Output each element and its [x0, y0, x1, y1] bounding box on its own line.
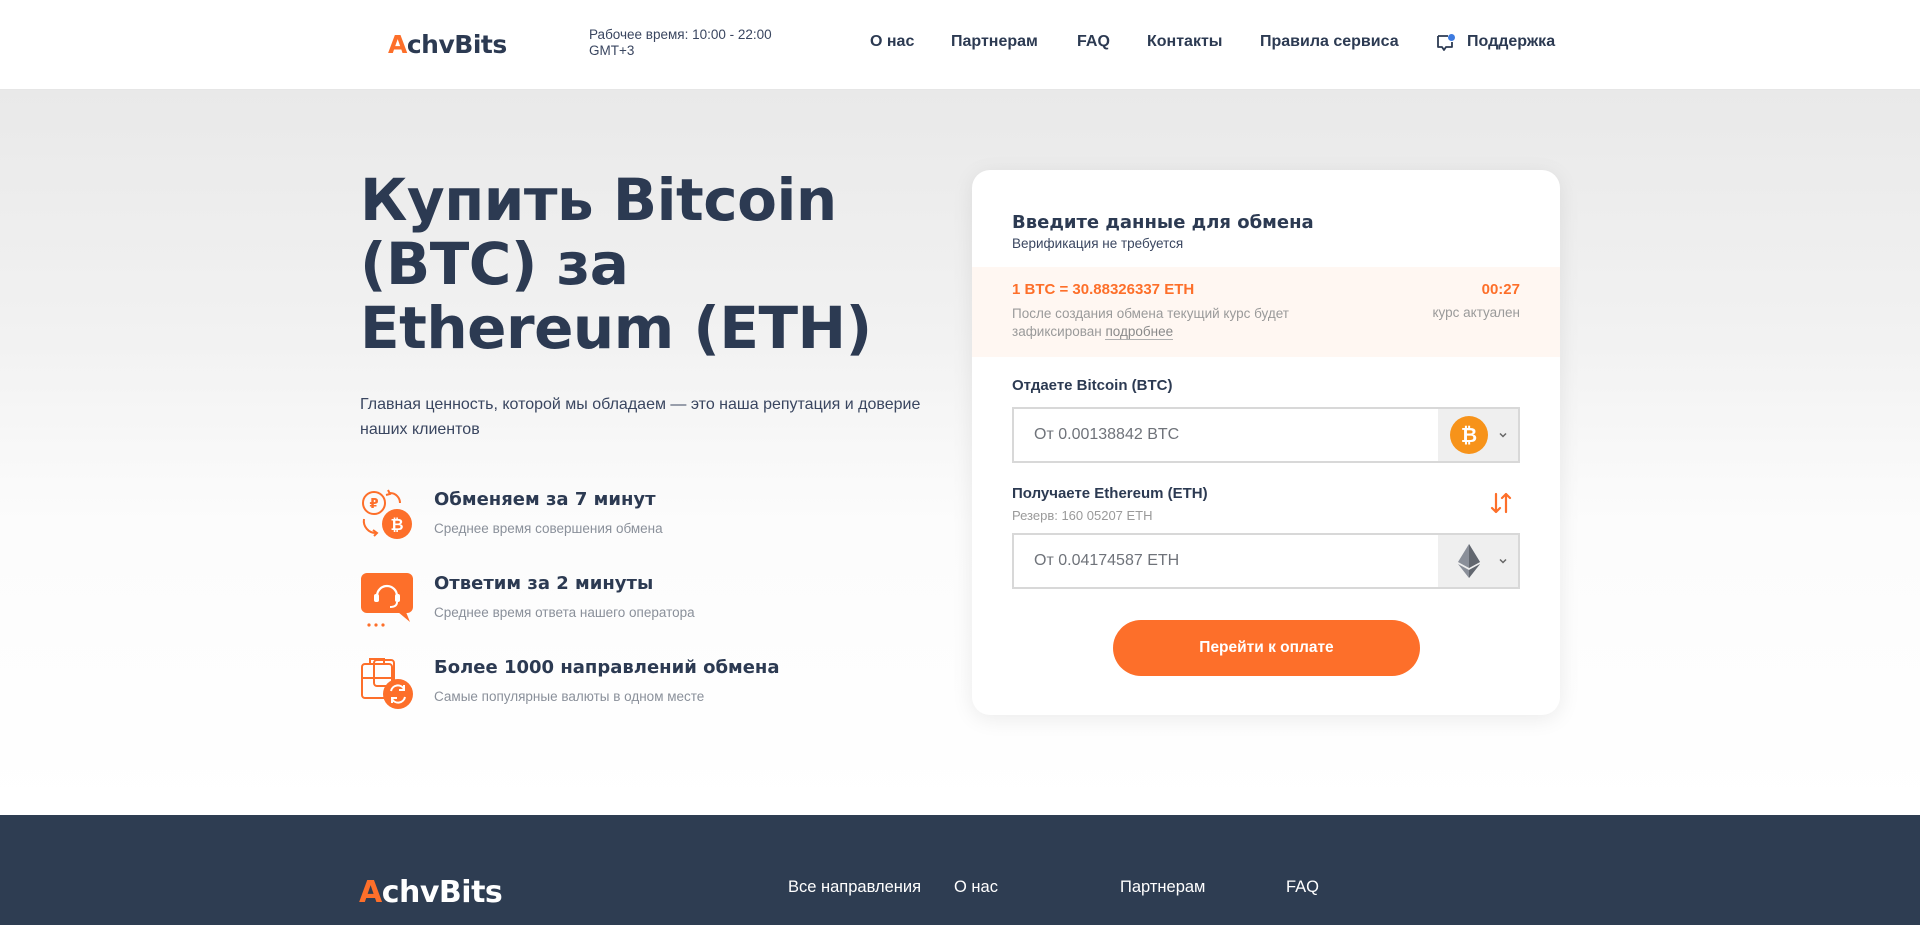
support-chat-icon[interactable]: [1436, 33, 1456, 53]
rate-timer-note: курс актуален: [1432, 305, 1520, 320]
logo-text: chvBits: [381, 875, 503, 910]
receive-label: Получаете Ethereum (ETH): [1012, 485, 1208, 502]
swap-icon[interactable]: [1488, 490, 1514, 516]
exchange-form: Введите данные для обмена Верификация не…: [972, 170, 1560, 715]
give-label: Отдаете Bitcoin (BTC): [1012, 377, 1173, 394]
nav-rules[interactable]: Правила сервиса: [1260, 33, 1399, 51]
logo[interactable]: AchvBits: [388, 30, 507, 59]
proceed-to-payment-button[interactable]: Перейти к оплате: [1113, 620, 1420, 676]
feature-title: Более 1000 направлений обмена: [434, 657, 780, 678]
form-subtitle: Верификация не требуется: [1012, 236, 1184, 251]
give-amount-input[interactable]: [1014, 409, 1438, 461]
reserve-amount: Резерв: 160 05207 ETH: [1012, 508, 1153, 523]
logo-accent: A: [388, 30, 407, 59]
exchange-clock-icon: ₽ ₿: [362, 489, 412, 539]
receive-currency-select[interactable]: [1438, 535, 1518, 587]
form-title: Введите данные для обмена: [1012, 212, 1314, 233]
feature-title: Ответим за 2 минуты: [434, 573, 654, 594]
footer-link-about[interactable]: О нас: [954, 878, 998, 897]
svg-text:₿: ₿: [1461, 423, 1477, 447]
nav-contacts[interactable]: Контакты: [1147, 33, 1222, 51]
receive-amount-input[interactable]: [1014, 535, 1438, 587]
feature-desc: Среднее время совершения обмена: [434, 521, 663, 536]
ethereum-icon: [1458, 544, 1480, 578]
hero-subtitle: Главная ценность, которой мы обладаем — …: [360, 396, 921, 438]
site-header: AchvBits Рабочее время: 10:00 - 22:00 GM…: [0, 0, 1920, 90]
chevron-down-icon: [1499, 432, 1507, 438]
rate-details-link[interactable]: подробнее: [1105, 324, 1174, 340]
logo-text: chvBits: [406, 30, 507, 59]
chevron-down-icon: [1499, 558, 1507, 564]
nav-faq[interactable]: FAQ: [1077, 33, 1110, 51]
give-field: ₿: [1012, 407, 1520, 463]
nav-support[interactable]: Поддержка: [1467, 33, 1555, 51]
footer-logo[interactable]: AchvBits: [359, 875, 503, 910]
hero-section: [0, 90, 1920, 815]
svg-text:₿: ₿: [390, 515, 403, 534]
exchange-rate: 1 BTC = 30.88326337 ETH: [1012, 281, 1195, 298]
footer-link-partners[interactable]: Партнерам: [1120, 878, 1205, 897]
work-hours: Рабочее время: 10:00 - 22:00 GMT+3: [589, 27, 772, 58]
feature-title: Обменяем за 7 минут: [434, 489, 656, 510]
rate-timer: 00:27: [1481, 281, 1520, 298]
receive-field: [1012, 533, 1520, 589]
footer-link-directions[interactable]: Все направления: [788, 878, 921, 897]
nav-partners[interactable]: Партнерам: [951, 33, 1038, 51]
logo-accent: A: [359, 875, 382, 910]
page-title: Купить Bitcoin (BTC) за Ethereum (ETH): [360, 166, 872, 362]
rate-note: После создания обмена текущий курс будет…: [1012, 305, 1342, 341]
support-chat-icon: [361, 573, 413, 627]
site-footer: AchvBits Все направления О нас Партнерам…: [0, 815, 1920, 925]
give-currency-select[interactable]: ₿: [1438, 409, 1518, 461]
directions-icon: [361, 658, 413, 709]
nav-about[interactable]: О нас: [870, 33, 914, 51]
svg-text:₽: ₽: [369, 497, 378, 512]
feature-desc: Среднее время ответа нашего оператора: [434, 605, 695, 620]
bitcoin-icon: ₿: [1450, 416, 1488, 454]
footer-link-faq[interactable]: FAQ: [1286, 878, 1319, 897]
feature-desc: Самые популярные валюты в одном месте: [434, 689, 705, 704]
